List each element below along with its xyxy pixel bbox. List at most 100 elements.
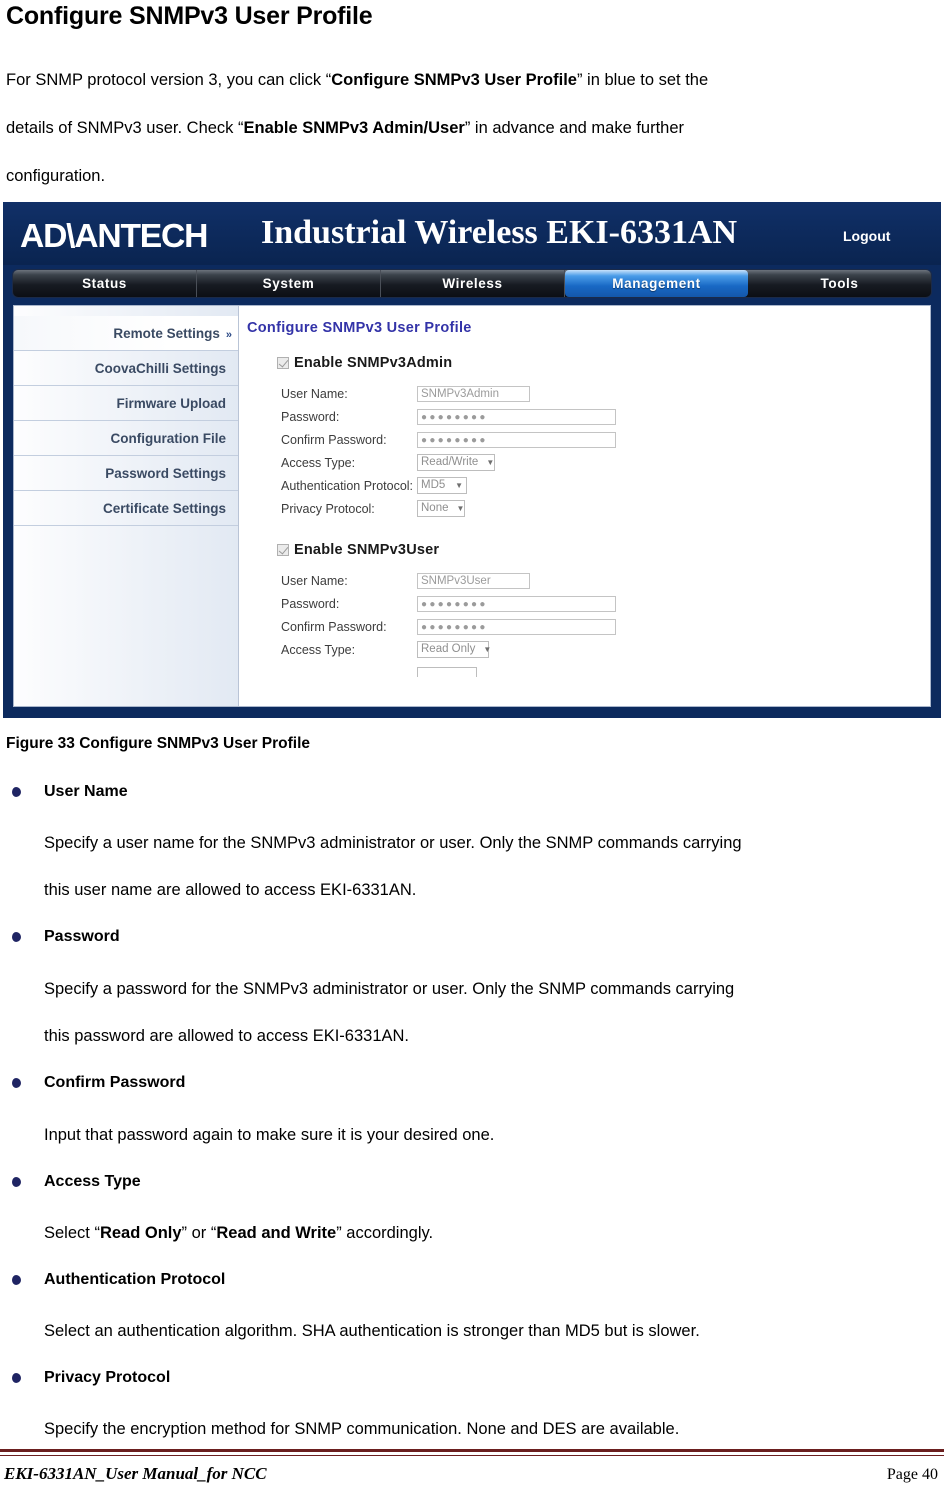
admin-auth-protocol-select[interactable]: MD5 ▼	[417, 477, 467, 494]
tab-system[interactable]: System	[197, 270, 381, 297]
admin-password-row: Password: ●●●●●●●●	[281, 405, 930, 428]
admin-privacy-protocol-select[interactable]: None ▼	[417, 500, 465, 517]
user-password-input[interactable]: ●●●●●●●●	[417, 595, 616, 612]
bullet-point-icon	[12, 1373, 21, 1383]
admin-user-name-input[interactable]: SNMPv3Admin	[417, 385, 530, 402]
tab-status[interactable]: Status	[13, 270, 197, 297]
admin-access-type-select[interactable]: Read/Write ▼	[417, 454, 495, 471]
chevron-double-right-icon: »	[225, 329, 232, 341]
access-type-bold-read-and-write: Read and Write	[216, 1224, 337, 1242]
bullet-body-authentication-protocol: Select an authentication algorithm. SHA …	[44, 1322, 700, 1340]
sidebar-item-password-settings[interactable]: Password Settings	[14, 456, 238, 491]
sidebar-item-firmware-upload[interactable]: Firmware Upload	[14, 386, 238, 421]
content-heading: Configure SNMPv3 User Profile	[247, 320, 472, 336]
product-title: Industrial Wireless EKI-6331AN	[261, 214, 738, 251]
intro-text-2a: details of SNMPv3 user. Check “	[6, 119, 244, 137]
checkbox-checked-icon[interactable]	[277, 357, 289, 369]
page-title: Configure SNMPv3 User Profile	[6, 2, 373, 30]
enable-snmpv3user-row[interactable]: Enable SNMPv3User	[277, 542, 930, 558]
access-type-text-c: ” or “	[181, 1224, 217, 1242]
bullet-point-icon	[12, 1177, 21, 1187]
advantech-logo: AD\ANTECH	[20, 217, 208, 254]
user-confirm-password-label: Confirm Password:	[281, 619, 387, 634]
user-access-type-value: Read Only	[421, 643, 476, 655]
logout-link[interactable]: Logout	[843, 228, 890, 244]
bullet-point-icon	[12, 932, 21, 942]
admin-access-type-row: Access Type: Read/Write ▼	[281, 451, 930, 474]
manual-page: Configure SNMPv3 User Profile For SNMP p…	[0, 0, 944, 1493]
bullet-body-access-type: Select “Read Only” or “Read and Write” a…	[44, 1224, 433, 1243]
user-access-type-row: Access Type: Read Only ▼	[281, 638, 930, 661]
clipped-select-below-fold[interactable]	[417, 667, 477, 677]
intro-paragraph-line-2: details of SNMPv3 user. Check “Enable SN…	[6, 118, 684, 139]
intro-paragraph-line-3: configuration.	[6, 167, 106, 185]
enable-snmpv3admin-row[interactable]: Enable SNMPv3Admin	[277, 355, 930, 371]
sidebar-item-certificate-settings[interactable]: Certificate Settings	[14, 491, 238, 526]
intro-text-1a: For SNMP protocol version 3, you can cli…	[6, 71, 332, 89]
admin-access-type-label: Access Type:	[281, 455, 356, 470]
admin-confirm-password-row: Confirm Password: ●●●●●●●●	[281, 428, 930, 451]
figure-caption: Figure 33 Configure SNMPv3 User Profile	[6, 735, 311, 752]
chevron-down-icon: ▼	[486, 457, 495, 467]
intro-paragraph-line-1: For SNMP protocol version 3, you can cli…	[6, 70, 708, 91]
tab-tools[interactable]: Tools	[748, 270, 931, 297]
sidebar-item-coovachilli-settings[interactable]: CoovaChilli Settings	[14, 351, 238, 386]
router-header-bar: AD\ANTECH Industrial Wireless EKI-6331AN…	[3, 202, 941, 265]
main-nav-bar: Status System Wireless Management Tools	[13, 270, 931, 297]
access-type-text-e: ” accordingly.	[336, 1224, 434, 1242]
admin-confirm-password-label: Confirm Password:	[281, 432, 387, 447]
intro-bold-user: User	[428, 119, 465, 137]
enable-snmpv3admin-label: Enable SNMPv3Admin	[294, 355, 453, 371]
intro-bold-enable-admin: Enable SNMPv3 Admin	[243, 119, 424, 137]
intro-bold-configure: Configure SNMPv3 User Profile	[331, 71, 577, 89]
admin-password-label: Password:	[281, 409, 340, 424]
bullet-title-access-type: Access Type	[44, 1173, 141, 1190]
tab-management[interactable]: Management	[565, 270, 748, 297]
router-ui-screenshot: AD\ANTECH Industrial Wireless EKI-6331AN…	[3, 202, 941, 718]
bullet-title-authentication-protocol: Authentication Protocol	[44, 1271, 226, 1288]
user-password-row: Password: ●●●●●●●●	[281, 592, 930, 615]
bullet-body-user-name-line2: this user name are allowed to access EKI…	[44, 881, 417, 899]
bullet-point-icon	[12, 1275, 21, 1285]
user-confirm-password-row: Confirm Password: ●●●●●●●●	[281, 615, 930, 638]
footer-page-number: Page 40	[886, 1466, 938, 1483]
chevron-down-icon: ▼	[483, 644, 492, 654]
footer-document-name: EKI-6331AN_User Manual_for NCC	[4, 1464, 267, 1483]
admin-auth-protocol-row: Authentication Protocol: MD5 ▼	[281, 474, 930, 497]
user-user-name-row: User Name: SNMPv3User	[281, 569, 930, 592]
sidebar-item-label: Remote Settings	[113, 326, 220, 341]
admin-confirm-password-input[interactable]: ●●●●●●●●	[417, 431, 616, 448]
admin-password-input[interactable]: ●●●●●●●●	[417, 408, 616, 425]
admin-user-name-row: User Name: SNMPv3Admin	[281, 382, 930, 405]
footer-rule-thin	[0, 1455, 944, 1456]
admin-privacy-protocol-value: None	[421, 502, 449, 514]
user-user-name-input[interactable]: SNMPv3User	[417, 572, 530, 589]
user-access-type-select[interactable]: Read Only ▼	[417, 641, 492, 658]
bullet-point-icon	[12, 787, 21, 797]
admin-user-name-label: User Name:	[281, 386, 348, 401]
chevron-down-icon: ▼	[455, 480, 463, 490]
access-type-text-a: Select “	[44, 1224, 100, 1242]
bullet-title-password: Password	[44, 928, 120, 945]
admin-access-type-value: Read/Write	[421, 456, 479, 468]
bullet-body-user-name-line1: Specify a user name for the SNMPv3 admin…	[44, 834, 742, 852]
tab-wireless[interactable]: Wireless	[381, 270, 565, 297]
intro-text-1c: ” in blue to set the	[576, 71, 709, 89]
chevron-down-icon: ▼	[456, 503, 465, 513]
enable-snmpv3user-label: Enable SNMPv3User	[294, 542, 440, 558]
admin-auth-protocol-value: MD5	[421, 479, 446, 491]
user-confirm-password-input[interactable]: ●●●●●●●●	[417, 618, 616, 635]
admin-auth-protocol-label: Authentication Protocol:	[281, 478, 414, 493]
user-access-type-label: Access Type:	[281, 642, 356, 657]
bullet-body-password-line1: Specify a password for the SNMPv3 admini…	[44, 980, 735, 998]
bullet-body-privacy-protocol: Specify the encryption method for SNMP c…	[44, 1420, 680, 1438]
sidebar-item-configuration-file[interactable]: Configuration File	[14, 421, 238, 456]
bullet-point-icon	[12, 1078, 21, 1088]
sidebar-item-remote-settings[interactable]: Remote Settings »	[14, 316, 238, 351]
checkbox-checked-icon[interactable]	[277, 544, 289, 556]
bullet-body-confirm-password: Input that password again to make sure i…	[44, 1126, 495, 1144]
user-user-name-label: User Name:	[281, 573, 348, 588]
sidebar-menu: Remote Settings » CoovaChilli Settings Fi…	[14, 306, 239, 706]
router-body: Remote Settings » CoovaChilli Settings Fi…	[13, 305, 931, 707]
bullet-title-user-name: User Name	[44, 783, 128, 800]
